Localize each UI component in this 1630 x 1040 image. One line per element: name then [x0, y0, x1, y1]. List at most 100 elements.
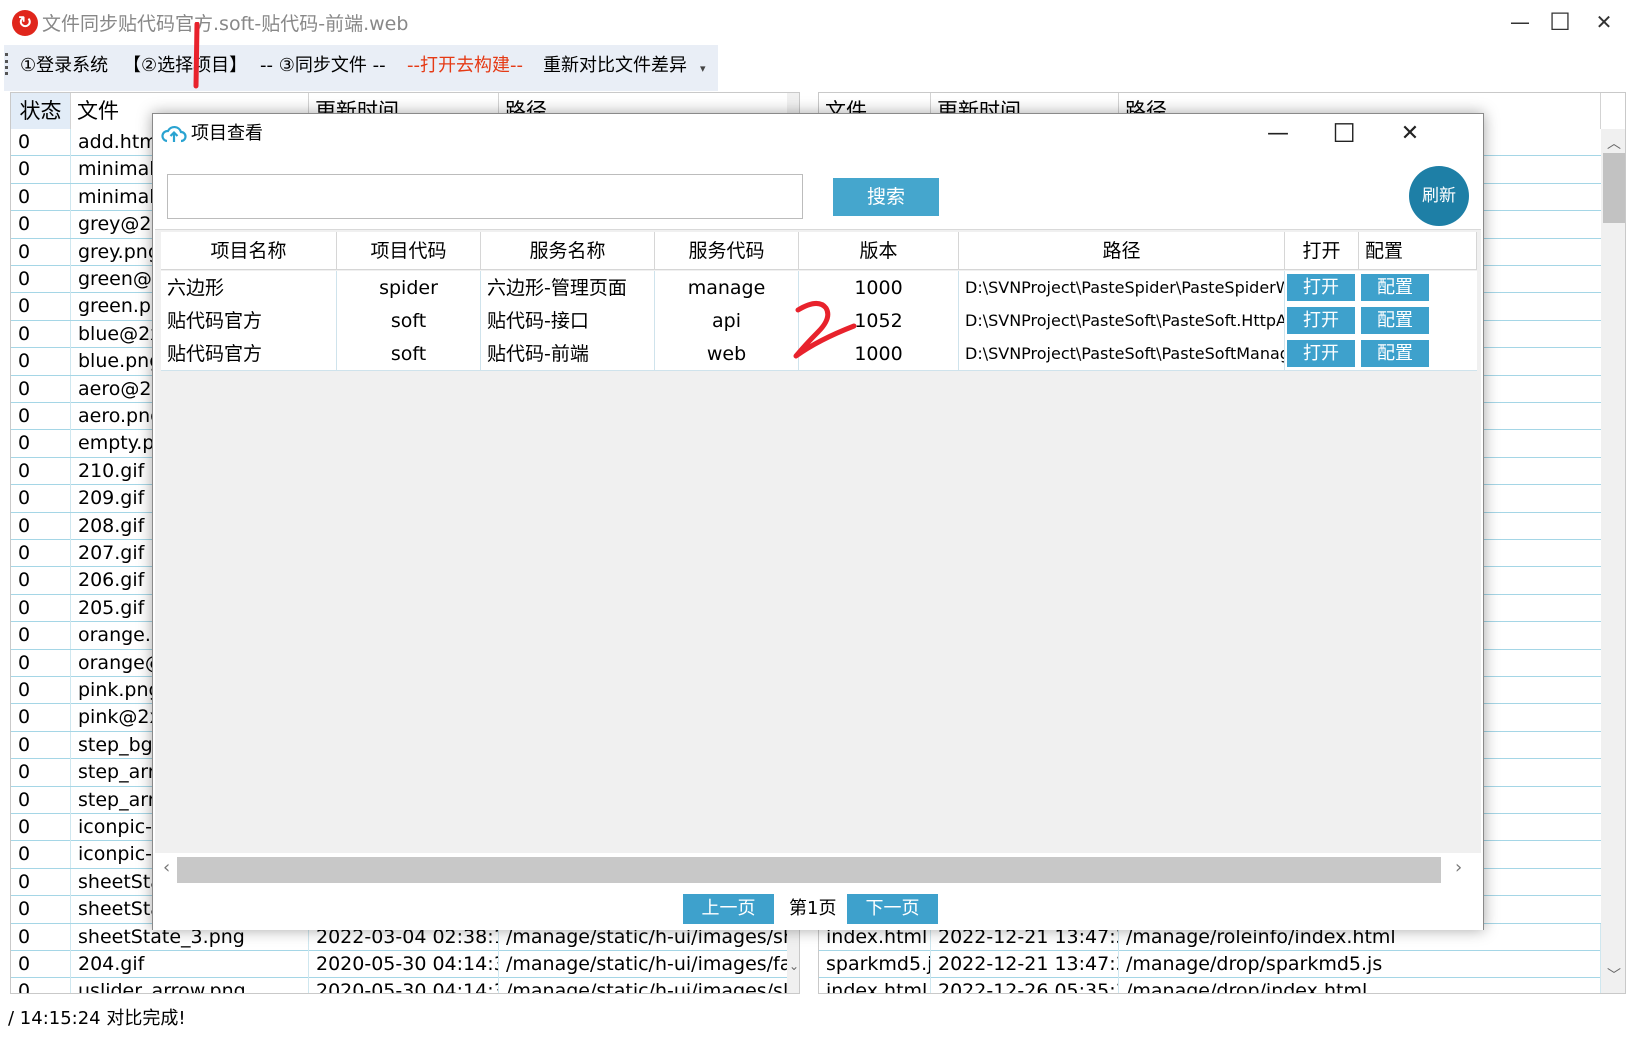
cloud-upload-icon: [161, 122, 187, 146]
column-header-version[interactable]: 版本: [799, 232, 959, 270]
next-page-button[interactable]: 下一页: [847, 894, 938, 924]
prev-page-button[interactable]: 上一页: [683, 894, 774, 924]
window-title: 文件同步贴代码官方.soft-贴代码-前端.web: [42, 13, 409, 35]
cell-status: 0: [11, 129, 71, 156]
cell-status: 0: [11, 978, 71, 993]
column-header-config[interactable]: 配置: [1359, 232, 1477, 270]
window-close-button[interactable]: ✕: [1580, 4, 1628, 40]
cell-status: 0: [11, 403, 71, 430]
column-header-path[interactable]: 路径: [959, 232, 1285, 270]
cell-status: 0: [11, 759, 71, 787]
config-project-button[interactable]: 配置: [1361, 274, 1429, 301]
window-minimize-button[interactable]: —: [1496, 4, 1544, 40]
config-project-button[interactable]: 配置: [1361, 340, 1429, 367]
cell-service-code: api: [655, 304, 799, 338]
cell-service: 六边形-管理页面: [481, 271, 655, 305]
cell-status: 0: [11, 649, 71, 677]
cell-status: 0: [11, 841, 71, 869]
open-project-button[interactable]: 打开: [1287, 307, 1355, 334]
cell-status: 0: [11, 512, 71, 540]
search-button[interactable]: 搜索: [833, 178, 939, 216]
cell-status: 0: [11, 677, 71, 704]
open-project-button[interactable]: 打开: [1287, 274, 1355, 301]
current-page-label: 第1页: [789, 898, 837, 919]
cell-status: 0: [11, 320, 71, 348]
cell-status: 0: [11, 731, 71, 759]
column-header-open[interactable]: 打开: [1285, 232, 1359, 270]
cell-status: 0: [11, 567, 71, 595]
dialog-title: 项目查看: [191, 123, 263, 144]
cell-remote-path: /manage/drop/sparkmd5.js: [1119, 951, 1601, 978]
column-header-status[interactable]: 状态: [11, 93, 71, 129]
cell-status: 0: [11, 457, 71, 485]
dialog-minimize-button[interactable]: —: [1245, 116, 1311, 152]
cell-status: 0: [11, 594, 71, 622]
remote-grid-scrollbar[interactable]: [1601, 129, 1625, 993]
cell-status: 0: [11, 211, 71, 239]
column-header-service-code[interactable]: 服务代码: [655, 232, 799, 270]
cell-status: 0: [11, 786, 71, 814]
login-system-button[interactable]: ①登录系统: [20, 54, 108, 78]
cell-code: spider: [337, 271, 481, 305]
hscroll-left-icon[interactable]: ‹: [163, 857, 170, 878]
table-row[interactable]: sparkmd5.js2022-12-21 13:47:36/manage/dr…: [819, 951, 1601, 979]
scroll-down-icon[interactable]: ⌄: [787, 959, 799, 973]
cell-service: 贴代码-接口: [481, 304, 655, 338]
cell-status: 0: [11, 868, 71, 896]
cell-status: 0: [11, 266, 71, 293]
cell-status: 0: [11, 814, 71, 841]
cell-code: soft: [337, 337, 481, 371]
recompare-diff-button[interactable]: 重新对比文件差异: [543, 54, 687, 78]
scroll-down-icon[interactable]: ﹀: [1607, 965, 1621, 985]
status-bar: / 14:15:24 对比完成!: [0, 1003, 1630, 1040]
cell-name: 六边形: [161, 271, 337, 305]
toolbar-overflow-icon[interactable]: ▾: [700, 62, 706, 75]
cell-remote-path: /manage/drop/index.html: [1119, 978, 1601, 993]
cell-status: 0: [11, 622, 71, 650]
cell-status: 0: [11, 348, 71, 376]
cell-file: uslider_arrow.png: [71, 978, 309, 993]
pager: 上一页 第1页 下一页: [153, 884, 1483, 930]
refresh-button[interactable]: 刷新: [1409, 166, 1469, 226]
cell-status: 0: [11, 293, 71, 321]
scroll-up-icon[interactable]: ︿: [1607, 133, 1621, 153]
cell-service-code: web: [655, 337, 799, 371]
cell-status: 0: [11, 951, 71, 978]
project-table-hscrollbar[interactable]: [177, 857, 1441, 883]
column-header-service-name[interactable]: 服务名称: [481, 232, 655, 270]
table-row[interactable]: 0 uslider_arrow.png 2020-05-30 04:14:36/ma…: [11, 978, 799, 993]
cell-name: 贴代码官方: [161, 304, 337, 338]
cell-status: 0: [11, 156, 71, 184]
dialog-close-button[interactable]: ✕: [1377, 116, 1443, 152]
cell-remote-update-time: 2022-12-21 13:47:36: [931, 951, 1119, 978]
cell-name: 贴代码官方: [161, 337, 337, 371]
sync-files-button[interactable]: -- ③同步文件 --: [260, 54, 386, 78]
table-row[interactable]: 0 204.gif 2020-05-30 04:14:36/manage/stati…: [11, 951, 799, 979]
project-search-input[interactable]: [167, 174, 803, 219]
cell-path: D:\SVNProject\PasteSpider\PasteSpiderWeb: [959, 271, 1285, 305]
hscroll-right-icon[interactable]: ›: [1455, 857, 1462, 878]
remote-scroll-thumb[interactable]: [1603, 153, 1625, 223]
cell-status: 0: [11, 923, 71, 951]
window-maximize-button[interactable]: ☐: [1540, 4, 1580, 40]
table-row[interactable]: index.html2022-12-26 05:35:34/manage/dro…: [819, 978, 1601, 993]
cell-service: 贴代码-前端: [481, 337, 655, 371]
cell-status: 0: [11, 896, 71, 924]
cell-status: 0: [11, 430, 71, 458]
cell-remote-update-time: 2022-12-26 05:35:34: [931, 978, 1119, 993]
annotation-mark-1: [188, 21, 204, 90]
cell-remote-file: sparkmd5.js: [819, 951, 931, 978]
cell-service-code: manage: [655, 271, 799, 305]
open-project-button[interactable]: 打开: [1287, 340, 1355, 367]
cell-file: 204.gif: [71, 951, 309, 978]
dialog-maximize-button[interactable]: ☐: [1311, 116, 1377, 152]
open-build-button[interactable]: --打开去构建--: [407, 54, 523, 78]
cell-status: 0: [11, 704, 71, 732]
toolbar-grip-icon[interactable]: [5, 53, 9, 75]
cell-path: /manage/static/h-ui/images/sli: [499, 978, 799, 993]
column-header-project-name[interactable]: 项目名称: [161, 232, 337, 270]
config-project-button[interactable]: 配置: [1361, 307, 1429, 334]
cell-update-time: 2020-05-30 04:14:36: [309, 978, 499, 993]
select-project-button[interactable]: 【②选择项目】: [123, 54, 247, 78]
column-header-project-code[interactable]: 项目代码: [337, 232, 481, 270]
